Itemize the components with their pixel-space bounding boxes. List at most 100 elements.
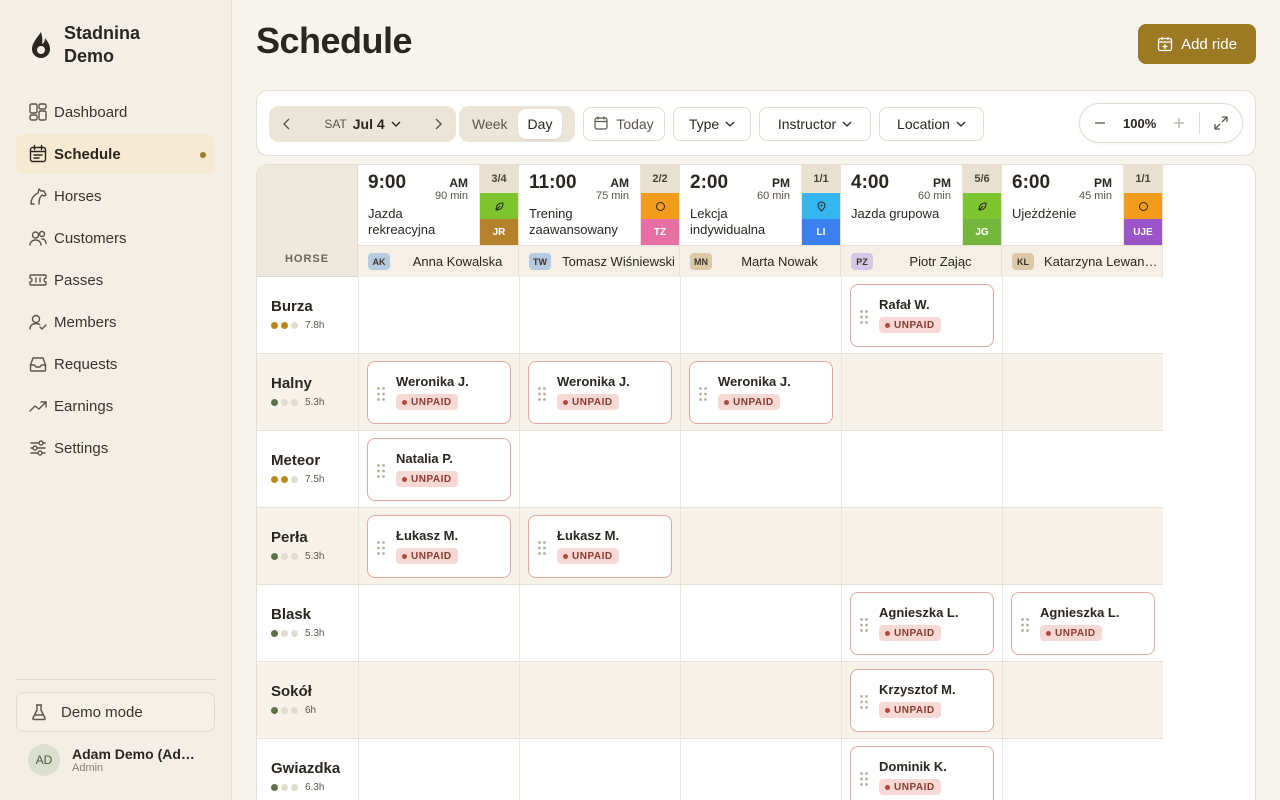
drag-handle-icon[interactable]: [859, 617, 869, 633]
rider-name: Agnieszka L.: [879, 605, 959, 620]
sidebar-item-horses[interactable]: Horses: [16, 176, 215, 216]
instructor-initials: PZ: [851, 253, 873, 270]
column-divider: [841, 739, 842, 800]
ride-card[interactable]: Natalia P. UNPAID: [367, 438, 511, 501]
users-icon: [28, 228, 48, 248]
slot-duration: 60 min: [917, 190, 951, 202]
ride-card[interactable]: Weronika J. UNPAID: [528, 361, 672, 424]
prev-day-button[interactable]: [269, 106, 305, 142]
view-week-button[interactable]: Week: [462, 109, 518, 139]
sidebar-item-passes[interactable]: Passes: [16, 260, 215, 300]
slot-instructor[interactable]: TW Tomasz Wiśniewski: [519, 245, 679, 277]
next-day-button[interactable]: [420, 106, 456, 142]
column-divider: [680, 277, 681, 353]
horse-cell[interactable]: Halny 5.3h: [257, 354, 358, 430]
ride-card[interactable]: Łukasz M. UNPAID: [367, 515, 511, 578]
zoom-in-button[interactable]: [1160, 103, 1200, 143]
user-menu[interactable]: AD Adam Demo (Admin) Admin: [28, 744, 197, 776]
slot-capacity: 3/4: [480, 165, 518, 193]
instructor-name: Tomasz Wiśniewski: [562, 254, 675, 269]
ride-card[interactable]: Krzysztof M. UNPAID: [850, 669, 994, 732]
horse-cell[interactable]: Blask 5.3h: [257, 585, 358, 661]
zoom-out-button[interactable]: [1080, 103, 1120, 143]
horse-cell[interactable]: Meteor 7.5h: [257, 431, 358, 507]
payment-status-badge: UNPAID: [879, 702, 941, 718]
chevron-down-icon: [842, 121, 852, 127]
ride-card[interactable]: Weronika J. UNPAID: [689, 361, 833, 424]
rider-name: Weronika J.: [557, 374, 630, 389]
ride-card[interactable]: Dominik K. UNPAID: [850, 746, 994, 800]
column-divider: [519, 662, 520, 738]
rider-name: Łukasz M.: [557, 528, 620, 543]
sidebar-item-customers[interactable]: Customers: [16, 218, 215, 258]
ride-card[interactable]: Weronika J. UNPAID: [367, 361, 511, 424]
status-dot: [402, 399, 407, 405]
brand[interactable]: Stadnina Demo: [28, 22, 184, 68]
drag-handle-icon[interactable]: [537, 386, 547, 402]
slot-duration: 45 min: [1078, 190, 1112, 202]
slot-ride-type: Ujeżdżenie: [1012, 206, 1077, 221]
sidebar-item-schedule[interactable]: Schedule: [16, 134, 215, 174]
ride-card[interactable]: Łukasz M. UNPAID: [528, 515, 672, 578]
horse-name: Burza: [271, 298, 313, 315]
drag-handle-icon[interactable]: [376, 540, 386, 556]
horse-hours: 5.3h: [305, 551, 325, 562]
user-name: Adam Demo (Admin): [72, 746, 197, 762]
column-divider: [519, 739, 520, 800]
add-ride-button[interactable]: Add ride: [1138, 24, 1256, 64]
sidebar-item-label: Settings: [54, 439, 109, 457]
ride-card[interactable]: Rafał W. UNPAID: [850, 284, 994, 347]
instructor-initials: TW: [529, 253, 551, 270]
slot-instructor[interactable]: KL Katarzyna Lewandowska: [1002, 245, 1162, 277]
drag-handle-icon[interactable]: [376, 386, 386, 402]
drag-handle-icon[interactable]: [859, 771, 869, 787]
date-picker[interactable]: SAT Jul 4: [305, 116, 420, 132]
location-filter[interactable]: Location: [879, 107, 984, 141]
status-label: UNPAID: [411, 550, 452, 562]
slot-ampm: AM: [610, 176, 629, 190]
level-dot: [271, 630, 278, 637]
sidebar-item-members[interactable]: Members: [16, 302, 215, 342]
horse-cell[interactable]: Sokół 6h: [257, 662, 358, 738]
time-slot-header[interactable]: 2:00 PM 60 min Lekcja indywidualna 1/1 LI MN Ma…: [680, 165, 841, 277]
time-slot-header[interactable]: 9:00 AM 90 min Jazda rekreacyjna 3/4 JR AK Anna…: [358, 165, 519, 277]
horse-row: Sokół 6h Krzysztof M. UNPAID: [257, 662, 1163, 739]
drag-handle-icon[interactable]: [698, 386, 708, 402]
horse-cell[interactable]: Perła 5.3h: [257, 508, 358, 584]
slot-side-info: 3/4 JR: [479, 165, 518, 245]
today-button[interactable]: Today: [583, 107, 665, 141]
ride-card[interactable]: Agnieszka L. UNPAID: [850, 592, 994, 655]
time-slot-header[interactable]: 11:00 AM 75 min Trening zaawansowany 2/2 TZ TW…: [519, 165, 680, 277]
time-slot-header[interactable]: 4:00 PM 60 min Jazda grupowa 5/6 JG PZ Piotr Za…: [841, 165, 1002, 277]
sidebar-item-requests[interactable]: Requests: [16, 344, 215, 384]
slot-capacity: 5/6: [963, 165, 1001, 193]
sidebar-item-earnings[interactable]: Earnings: [16, 386, 215, 426]
payment-status-badge: UNPAID: [557, 394, 619, 410]
instructor-filter[interactable]: Instructor: [759, 107, 871, 141]
drag-handle-icon[interactable]: [376, 463, 386, 479]
rider-name: Weronika J.: [718, 374, 791, 389]
drag-handle-icon[interactable]: [859, 694, 869, 710]
ride-card[interactable]: Agnieszka L. UNPAID: [1011, 592, 1155, 655]
slot-instructor[interactable]: PZ Piotr Zając: [841, 245, 1001, 277]
drag-handle-icon[interactable]: [537, 540, 547, 556]
type-filter[interactable]: Type: [673, 107, 751, 141]
sidebar-item-settings[interactable]: Settings: [16, 428, 215, 468]
instructor-initials: MN: [690, 253, 712, 270]
view-day-button[interactable]: Day: [517, 109, 563, 139]
slot-instructor[interactable]: AK Anna Kowalska: [358, 245, 518, 277]
slot-instructor[interactable]: MN Marta Nowak: [680, 245, 840, 277]
fullscreen-button[interactable]: [1200, 103, 1242, 143]
drag-handle-icon[interactable]: [1020, 617, 1030, 633]
horse-cell[interactable]: Gwiazdka 6.3h: [257, 739, 358, 800]
column-divider: [358, 739, 359, 800]
horse-name: Blask: [271, 606, 312, 623]
time-slot-header[interactable]: 6:00 PM 45 min Ujeżdżenie 1/1 UJE KL Katarzyna …: [1002, 165, 1163, 277]
schedule-toolbar: SAT Jul 4 Week Day Today Type Instructor…: [256, 90, 1256, 156]
drag-handle-icon[interactable]: [859, 309, 869, 325]
rider-name: Dominik K.: [879, 759, 947, 774]
payment-status-badge: UNPAID: [879, 779, 941, 795]
sidebar-item-dashboard[interactable]: Dashboard: [16, 92, 215, 132]
horse-cell[interactable]: Burza 7.8h: [257, 277, 358, 353]
demo-mode-button[interactable]: Demo mode: [16, 692, 215, 732]
